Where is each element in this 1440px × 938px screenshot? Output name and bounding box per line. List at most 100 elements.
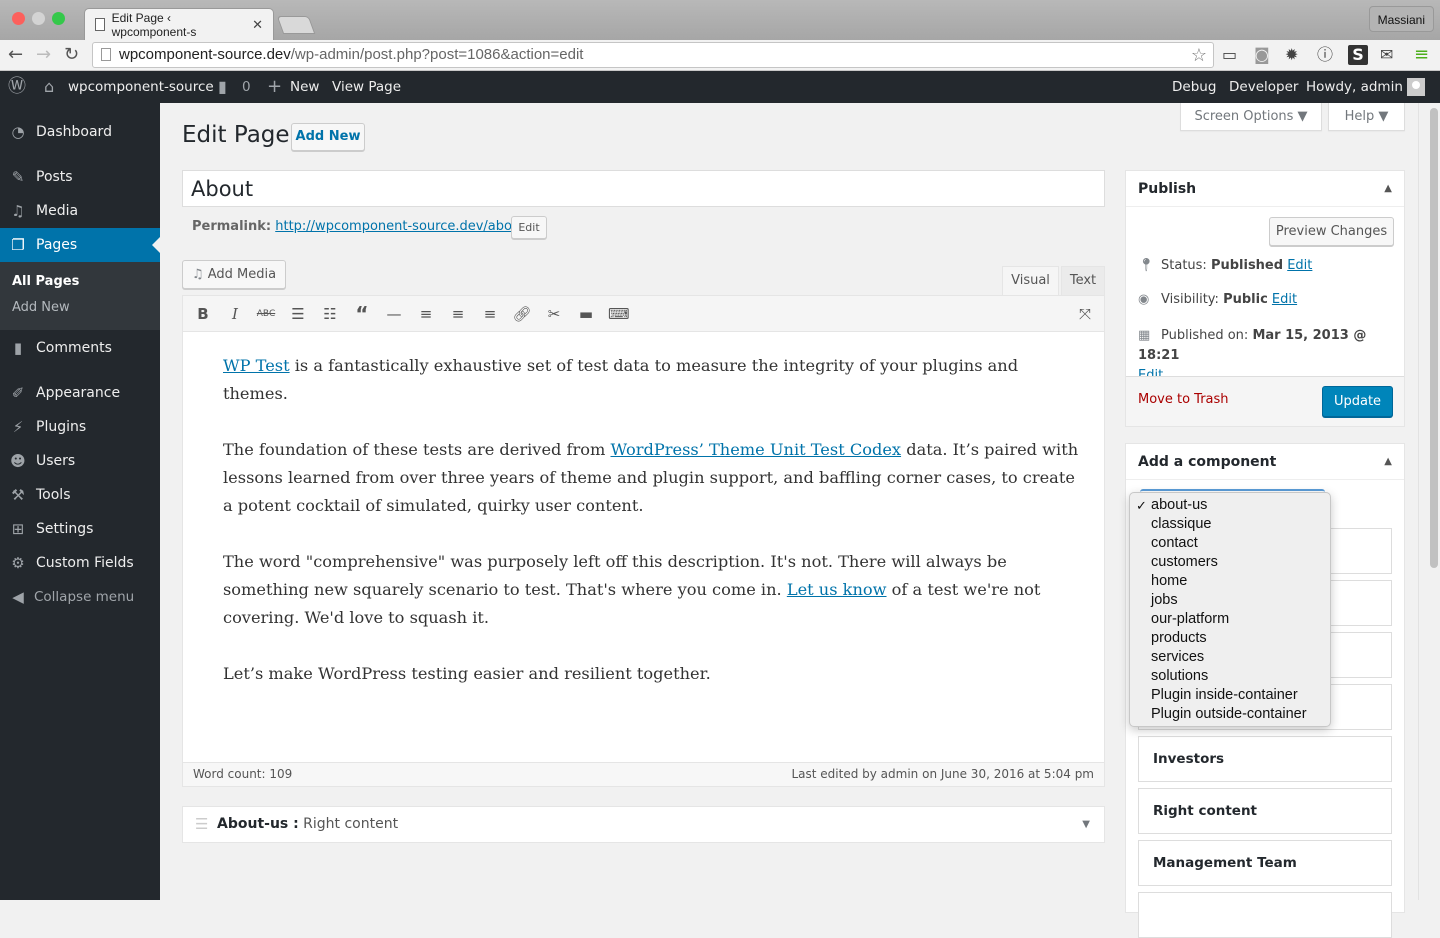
select-option[interactable]: ✓ about-us (1130, 496, 1330, 515)
browser-tab[interactable]: Edit Page ‹ wpcomponent-s ✕ (84, 8, 274, 40)
wp-test-link[interactable]: WP Test (223, 356, 290, 375)
submenu-add-new[interactable]: Add New (12, 300, 70, 315)
bulleted-list-icon[interactable]: ☰ (288, 304, 308, 324)
sidebar-item-tools[interactable]: ⚒ Tools (0, 478, 160, 512)
sidebar-item-custom-fields[interactable]: ⚙ Custom Fields (0, 546, 160, 580)
select-option[interactable]: solutions (1130, 667, 1330, 686)
update-button[interactable]: Update (1322, 386, 1393, 417)
tab-visual[interactable]: Visual (1002, 266, 1059, 295)
sidebar-item-media[interactable]: ♫ Media (0, 194, 160, 228)
component-item[interactable]: Investors (1138, 736, 1392, 782)
sidebar-item-posts[interactable]: ✎ Posts (0, 160, 160, 194)
tab-text[interactable]: Text (1061, 266, 1105, 295)
reload-icon[interactable]: ↻ (64, 43, 79, 67)
sidebar-item-settings[interactable]: ⊞ Settings (0, 512, 160, 546)
new-link[interactable]: New (290, 71, 319, 103)
link-icon[interactable]: 🔗︎ (512, 304, 532, 324)
toolbar-toggle-icon[interactable]: ⌨ (608, 304, 630, 324)
add-component-header[interactable]: Add a component ▲ (1126, 444, 1404, 480)
minimize-window-button[interactable] (32, 12, 45, 25)
profile-button[interactable]: Massiani (1368, 6, 1434, 32)
component-item[interactable] (1138, 892, 1392, 938)
move-to-trash-link[interactable]: Move to Trash (1138, 392, 1229, 407)
select-option[interactable]: home (1130, 572, 1330, 591)
wordpress-logo-icon[interactable]: Ⓦ (8, 71, 26, 103)
forward-icon[interactable]: → (36, 43, 51, 67)
codex-link[interactable]: WordPress’ Theme Unit Test Codex (611, 440, 902, 459)
edit-status-link[interactable]: Edit (1287, 258, 1312, 273)
address-bar[interactable]: wpcomponent-source.dev/wp-admin/post.php… (92, 42, 1214, 68)
numbered-list-icon[interactable]: ☷ (320, 304, 340, 324)
read-more-icon[interactable]: ▬ (576, 304, 596, 324)
unlink-icon[interactable]: ✂ (544, 304, 564, 324)
maximize-window-button[interactable] (52, 12, 65, 25)
preview-changes-button[interactable]: Preview Changes (1269, 217, 1394, 246)
component-item[interactable]: Right content (1138, 788, 1392, 834)
sidebar-item-users[interactable]: ☻ Users (0, 444, 160, 478)
publish-box-header[interactable]: Publish ▲ (1126, 171, 1404, 207)
permalink-edit-button[interactable]: Edit (511, 216, 547, 239)
site-name-link[interactable]: wpcomponent-source (68, 71, 214, 103)
edit-visibility-link[interactable]: Edit (1272, 292, 1297, 307)
let-us-know-link[interactable]: Let us know (787, 580, 887, 599)
back-icon[interactable]: ← (8, 43, 23, 67)
debug-link[interactable]: Debug (1172, 71, 1216, 103)
developer-link[interactable]: Developer (1229, 71, 1298, 103)
blockquote-icon[interactable]: “ (352, 304, 372, 324)
select-option[interactable]: customers (1130, 553, 1330, 572)
screen-options-button[interactable]: Screen Options ▼ (1180, 103, 1322, 131)
select-option[interactable]: services (1130, 648, 1330, 667)
align-right-icon[interactable]: ≡ (480, 304, 500, 324)
editor-statusbar: Word count: 109 Last edited by admin on … (183, 762, 1104, 786)
align-center-icon[interactable]: ≡ (448, 304, 468, 324)
settings-extension-icon[interactable]: ✹ (1285, 44, 1298, 66)
component-select-dropdown[interactable]: ✓ about-us classique contact customers ho… (1129, 492, 1331, 727)
select-option[interactable]: jobs (1130, 591, 1330, 610)
view-page-link[interactable]: View Page (332, 71, 401, 103)
new-tab-button[interactable] (276, 16, 316, 34)
collapse-arrow-icon[interactable]: ▲ (1384, 444, 1392, 480)
sidebar-item-pages[interactable]: ❐ Pages (0, 228, 160, 262)
menu-icon[interactable]: ≡ (1414, 44, 1429, 66)
select-option[interactable]: contact (1130, 534, 1330, 553)
collapse-menu-button[interactable]: ◀ Collapse menu (0, 580, 160, 614)
help-button[interactable]: Help ▼ (1328, 103, 1405, 131)
scrollbar-thumb[interactable] (1430, 108, 1438, 568)
cast-icon[interactable]: ▭ (1222, 44, 1237, 66)
select-option[interactable]: Plugin inside-container (1130, 686, 1330, 705)
sidebar-item-dashboard[interactable]: ◔ Dashboard (0, 115, 160, 149)
strikethrough-icon[interactable]: ABC (256, 304, 276, 324)
component-item[interactable]: Management Team (1138, 840, 1392, 886)
camera-icon[interactable]: ◙ (1254, 44, 1270, 66)
collapse-arrow-icon[interactable]: ▲ (1384, 171, 1392, 207)
close-tab-icon[interactable]: ✕ (252, 17, 263, 33)
fullscreen-icon[interactable]: ⤧ (1075, 304, 1095, 324)
permalink-url[interactable]: http://wpcomponent-source.dev/about/ (275, 219, 529, 234)
component-postbox[interactable]: ☰ About-us : Right content ▼ (182, 806, 1105, 843)
s-extension-icon[interactable]: S (1348, 45, 1368, 65)
add-media-button[interactable]: ♫ Add Media (182, 260, 286, 289)
select-option[interactable]: products (1130, 629, 1330, 648)
submenu-all-pages[interactable]: All Pages (12, 274, 79, 289)
select-option[interactable]: our-platform (1130, 610, 1330, 629)
sidebar-item-comments[interactable]: ▮ Comments (0, 331, 160, 365)
sidebar-item-appearance[interactable]: ✐ Appearance (0, 376, 160, 410)
my-account-link[interactable]: Howdy, admin (1306, 71, 1425, 103)
add-new-button[interactable]: Add New (291, 123, 365, 151)
bookmark-star-icon[interactable]: ☆ (1191, 43, 1207, 67)
editor-content[interactable]: WP Test is a fantastically exhaustive se… (223, 352, 1083, 716)
title-input[interactable]: About (182, 170, 1105, 207)
select-option[interactable]: classique (1130, 515, 1330, 534)
comments-count[interactable]: 0 (242, 71, 251, 103)
password-extension-icon[interactable]: ⓘ (1317, 44, 1333, 66)
mail-extension-icon[interactable]: ✉ (1380, 44, 1393, 66)
drag-handle-icon[interactable]: ☰ (195, 807, 208, 842)
close-window-button[interactable] (12, 12, 25, 25)
sidebar-item-plugins[interactable]: ⚡ Plugins (0, 410, 160, 444)
italic-icon[interactable]: I (225, 304, 245, 324)
select-option[interactable]: Plugin outside-container (1130, 705, 1330, 724)
horizontal-line-icon[interactable]: — (384, 304, 404, 324)
bold-icon[interactable]: B (193, 304, 213, 324)
toggle-arrow-icon[interactable]: ▼ (1082, 807, 1090, 842)
align-left-icon[interactable]: ≡ (416, 304, 436, 324)
